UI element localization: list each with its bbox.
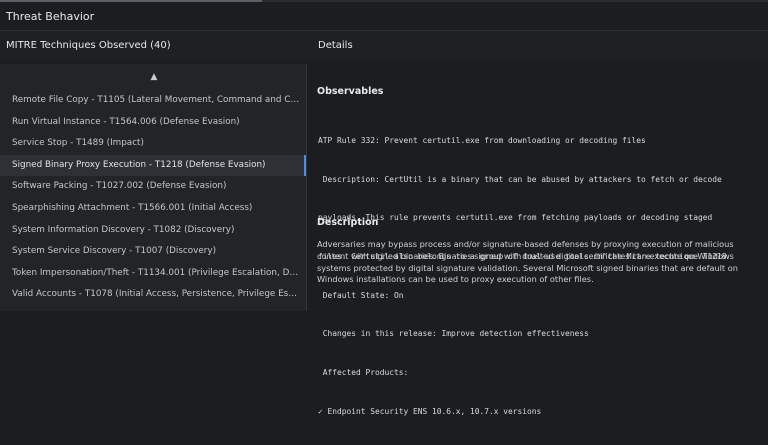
techniques-list-pane[interactable]: ▲ Remote File Copy - T1105 (Lateral Move… <box>0 64 307 311</box>
list-item[interactable]: Remote File Copy - T1105 (Lateral Moveme… <box>0 90 306 112</box>
techniques-header: MITRE Techniques Observed (40) <box>6 40 171 51</box>
list-item[interactable]: Run Virtual Instance - T1564.006 (Defens… <box>0 112 306 134</box>
details-pane: Observables ATP Rule 332: Prevent certut… <box>307 64 768 416</box>
details-header: Details <box>318 40 353 51</box>
techniques-list: Remote File Copy - T1105 (Lateral Moveme… <box>0 90 306 306</box>
observable-line: ATP Rule 332: Prevent certutil.exe from … <box>318 135 646 145</box>
description-text: Adversaries may bypass process and/or si… <box>317 239 738 285</box>
list-item[interactable]: Spearphishing Attachment - T1566.001 (In… <box>0 198 306 220</box>
description-heading: Description <box>317 217 379 228</box>
chevron-up-icon[interactable]: ▲ <box>148 72 160 82</box>
observable-line: payloads. This rule prevents certutil.ex… <box>318 213 713 223</box>
list-item[interactable]: System Service Discovery - T1007 (Discov… <box>0 241 306 263</box>
top-border-highlight <box>0 0 262 2</box>
panel-title: Threat Behavior <box>6 10 95 23</box>
observable-line: Description: CertUtil is a binary that c… <box>318 174 722 184</box>
observables-heading: Observables <box>317 86 384 97</box>
list-item[interactable]: Valid Accounts - T1078 (Initial Access, … <box>0 284 306 306</box>
observable-line: ✓ Endpoint Security ENS 10.6.x, 10.7.x v… <box>318 406 542 416</box>
observable-line: Changes in this release: Improve detecti… <box>318 329 589 339</box>
list-item[interactable]: Token Impersonation/Theft - T1134.001 (P… <box>0 263 306 285</box>
list-item-selected[interactable]: Signed Binary Proxy Execution - T1218 (D… <box>0 154 306 177</box>
column-header-row: MITRE Techniques Observed (40) Details <box>0 30 768 61</box>
list-item[interactable]: Software Packing - T1027.002 (Defense Ev… <box>0 176 306 198</box>
list-item[interactable]: Service Stop - T1489 (Impact) <box>0 133 306 155</box>
list-item[interactable]: System Information Discovery - T1082 (Di… <box>0 220 306 242</box>
top-border <box>0 0 768 2</box>
observable-line: Default State: On <box>318 290 404 300</box>
observable-line: Affected Products: <box>318 368 409 378</box>
